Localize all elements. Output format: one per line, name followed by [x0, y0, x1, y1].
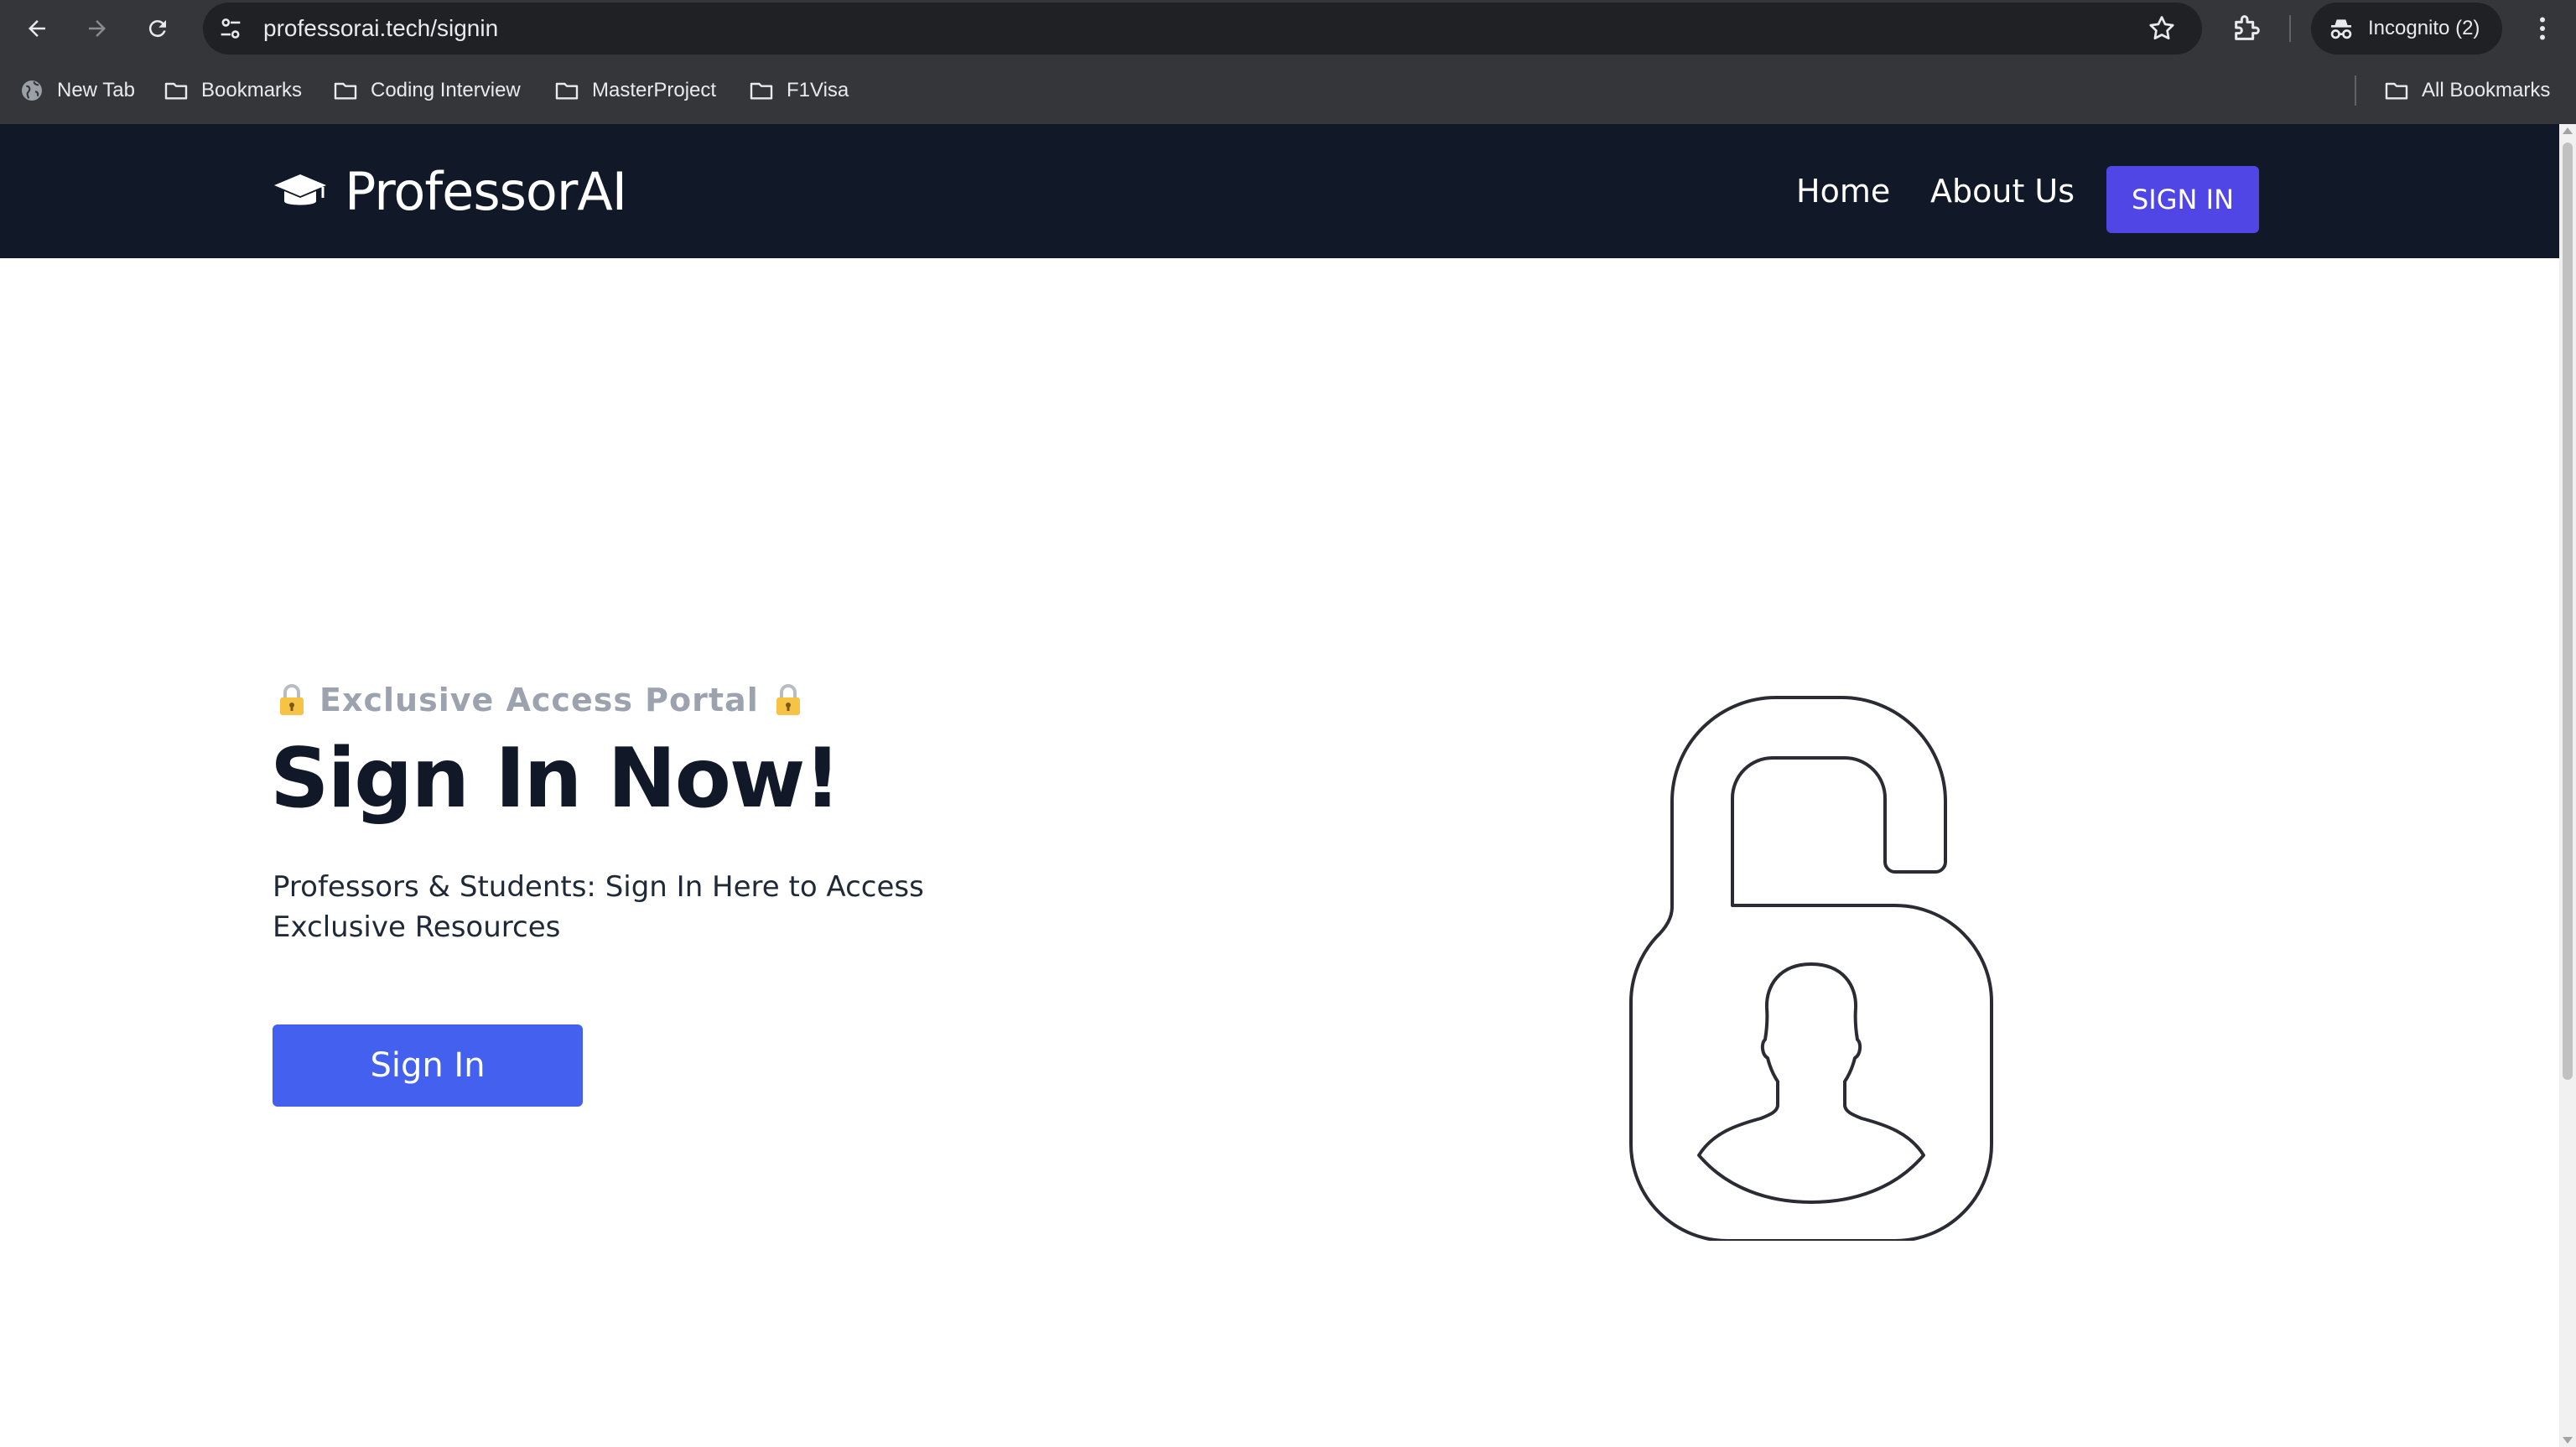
- nav-home-link[interactable]: Home: [1796, 166, 1890, 216]
- folder-icon: [750, 82, 773, 100]
- bookmark-star-icon[interactable]: [2147, 13, 2177, 44]
- sign-in-button[interactable]: Sign In: [273, 1024, 583, 1107]
- globe-icon: [22, 80, 42, 101]
- incognito-indicator[interactable]: Incognito (2): [2311, 3, 2502, 54]
- forward-button[interactable]: [77, 8, 117, 49]
- eyebrow-text: Exclusive Access Portal: [319, 682, 759, 718]
- incognito-label: Incognito (2): [2368, 17, 2480, 39]
- folder-icon: [2385, 82, 2408, 100]
- bookmark-folder-coding-interview[interactable]: Coding Interview: [332, 74, 521, 107]
- lock-icon: [280, 684, 304, 715]
- scroll-down-arrow-icon[interactable]: [2563, 1437, 2573, 1444]
- reload-button[interactable]: [138, 8, 178, 49]
- page-title: Sign In Now!: [270, 731, 841, 827]
- bookmark-label: F1Visa: [787, 79, 849, 101]
- graduation-cap-icon: [274, 174, 326, 205]
- folder-icon: [164, 82, 188, 100]
- arrow-right-icon: [89, 20, 106, 37]
- bookmark-new-tab[interactable]: New Tab: [18, 74, 135, 107]
- bookmark-folder-f1visa[interactable]: F1Visa: [748, 74, 849, 107]
- folder-icon: [555, 82, 579, 100]
- bookmarks-divider: [2355, 75, 2356, 106]
- nav-about-us-link[interactable]: About Us: [1930, 166, 2075, 216]
- site-settings-icon[interactable]: [216, 14, 245, 43]
- bookmark-label: All Bookmarks: [2422, 79, 2551, 101]
- reload-icon: [148, 20, 166, 38]
- bookmark-folder-masterproject[interactable]: MasterProject: [553, 74, 716, 107]
- unlocked-padlock-user-icon: [1629, 696, 1993, 1241]
- bookmark-label: Bookmarks: [201, 79, 303, 101]
- arrow-left-icon: [29, 20, 45, 37]
- incognito-icon: [2330, 19, 2352, 39]
- header-sign-in-button[interactable]: SIGN IN: [2106, 166, 2259, 233]
- extensions-puzzle-icon[interactable]: [2231, 11, 2264, 44]
- scrollbar-thumb[interactable]: [2563, 143, 2573, 1080]
- page-subtitle: Professors & Students: Sign In Here to A…: [273, 870, 924, 944]
- url-text[interactable]: professorai.tech/signin: [263, 3, 498, 54]
- address-bar[interactable]: professorai.tech/signin: [203, 3, 2202, 54]
- page-scrollbar[interactable]: [2559, 124, 2576, 1447]
- site-header: ProfessorAI Home About Us SIGN IN: [0, 124, 2559, 258]
- eyebrow-text-row: Exclusive Access Portal: [273, 677, 802, 723]
- more-menu-icon[interactable]: [2527, 12, 2558, 45]
- bookmark-folder-bookmarks[interactable]: Bookmarks: [163, 74, 302, 107]
- bookmark-all-bookmarks[interactable]: All Bookmarks: [2383, 74, 2550, 107]
- folder-icon: [334, 82, 357, 100]
- bookmarks-bar: New Tab Bookmarks Coding Interview Maste…: [0, 57, 2576, 124]
- toolbar-divider: [2289, 15, 2291, 42]
- bookmark-label: Coding Interview: [371, 79, 521, 101]
- back-button[interactable]: [17, 8, 57, 49]
- lock-icon: [776, 684, 800, 715]
- brand-logo[interactable]: ProfessorAI: [273, 158, 627, 225]
- browser-toolbar: professorai.tech/signin Incognito (2): [0, 0, 2576, 57]
- bookmark-label: MasterProject: [592, 79, 717, 101]
- brand-name: ProfessorAI: [345, 160, 627, 222]
- scroll-up-arrow-icon[interactable]: [2563, 127, 2573, 134]
- bookmark-label: New Tab: [57, 79, 135, 101]
